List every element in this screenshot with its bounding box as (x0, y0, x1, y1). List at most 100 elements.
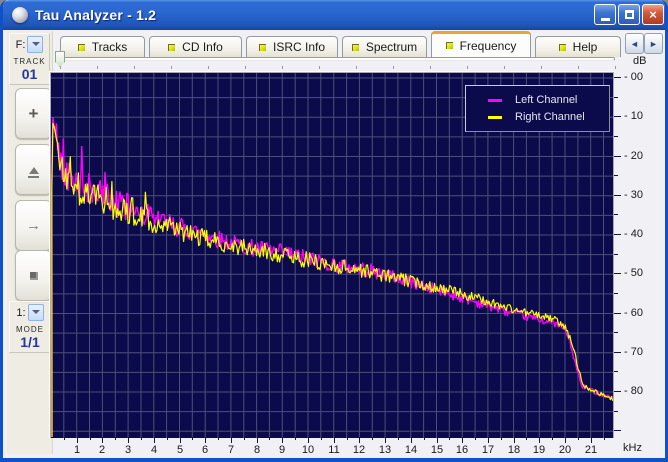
khz-tick (205, 437, 206, 443)
db-tick-label: - 20 (624, 150, 643, 162)
slider-tick (615, 66, 616, 69)
khz-tick (449, 437, 450, 440)
khz-tick (141, 437, 142, 440)
minimize-button[interactable] (594, 4, 616, 25)
mode-combo[interactable]: 1: (10, 304, 50, 321)
khz-tick (591, 437, 592, 443)
db-tick-label: - 10 (624, 110, 643, 122)
khz-tick-label: 14 (404, 444, 418, 456)
db-tick-label: - 40 (624, 228, 643, 240)
slider-tick (356, 66, 357, 69)
legend-swatch (488, 115, 502, 119)
mode-label: MODE (16, 325, 44, 334)
legend-entry: Left Channel (488, 94, 609, 106)
tab-scroll-left-button[interactable]: ◄ (625, 33, 644, 54)
drive-combo[interactable]: F: (10, 36, 49, 53)
tab-isrc-info[interactable]: ISRC Info (246, 36, 338, 57)
khz-tick (411, 437, 412, 443)
tab-spectrum[interactable]: Spectrum (342, 36, 427, 57)
khz-tick (424, 437, 425, 440)
khz-tick (359, 437, 360, 443)
tab-led-icon (77, 43, 85, 51)
mode-panel: 1: MODE 1/1 (9, 301, 51, 353)
title-bar[interactable]: Tau Analyzer - 1.2 × (3, 0, 665, 30)
db-tick (614, 313, 621, 314)
khz-tick (90, 437, 91, 440)
db-tick (614, 214, 618, 215)
khz-tick-label: 5 (176, 444, 184, 456)
khz-tick (552, 437, 553, 440)
slider-tick (171, 66, 172, 69)
tab-scroll-right-button[interactable]: ► (644, 33, 663, 54)
khz-tick (501, 437, 502, 440)
khz-tick (565, 437, 566, 443)
db-tick-label: - 60 (624, 307, 643, 319)
khz-tick-label: 8 (253, 444, 261, 456)
tab-label: CD Info (182, 40, 223, 54)
khz-tick (167, 437, 168, 440)
khz-tick (244, 437, 245, 440)
khz-tick (180, 437, 181, 443)
tab-help[interactable]: Help (535, 36, 621, 57)
frequency-chart: Left Channel Right Channel (51, 73, 613, 438)
db-tick (614, 116, 621, 117)
track-number: 01 (21, 66, 38, 82)
close-button[interactable]: × (642, 4, 664, 25)
series-right-channel (51, 122, 613, 438)
mode-combo-dropdown[interactable] (27, 304, 44, 321)
slider-tick (60, 66, 61, 69)
app-window: Tau Analyzer - 1.2 × Tracks CD Info ISRC I… (0, 0, 668, 462)
legend-label: Right Channel (515, 111, 585, 123)
drive-track-panel: F: TRACK 01 (9, 33, 50, 85)
stop-button[interactable] (15, 250, 52, 301)
add-track-button[interactable]: + (15, 88, 52, 139)
chevron-right-icon: ► (649, 38, 658, 49)
eject-icon (28, 162, 39, 178)
maximize-icon (624, 10, 634, 19)
db-tick-label: - 70 (624, 346, 643, 358)
khz-tick (526, 437, 527, 440)
khz-tick (462, 437, 463, 443)
slider-tick (541, 66, 542, 69)
slider-tick (319, 66, 320, 69)
tab-label: ISRC Info (272, 40, 326, 54)
tab-label: Spectrum (365, 40, 418, 54)
legend-swatch (488, 98, 502, 102)
legend-entry: Right Channel (488, 111, 609, 123)
khz-tick (64, 437, 65, 440)
window-title: Tau Analyzer - 1.2 (35, 7, 157, 23)
tab-led-icon (258, 43, 266, 51)
slider-tick (504, 66, 505, 69)
maximize-button[interactable] (618, 4, 640, 25)
chart-legend: Left Channel Right Channel (465, 85, 610, 132)
khz-tick-label: 7 (227, 444, 235, 456)
series-left-channel (51, 116, 613, 438)
track-label: TRACK (13, 57, 46, 66)
tab-frequency[interactable]: Frequency (431, 31, 531, 57)
db-tick (614, 97, 618, 98)
db-tick (614, 273, 621, 274)
tab-led-icon (558, 43, 566, 51)
next-button[interactable]: → (15, 200, 52, 251)
khz-tick-label: 6 (201, 444, 209, 456)
db-tick (614, 254, 618, 255)
db-tick (614, 156, 621, 157)
chevron-left-icon: ◄ (630, 38, 639, 49)
khz-tick-label: 19 (532, 444, 546, 456)
db-tick (614, 77, 621, 78)
slider-tick (578, 66, 579, 69)
position-slider-track[interactable] (58, 57, 615, 61)
eject-button[interactable] (15, 144, 52, 195)
khz-tick-label: 15 (430, 444, 444, 456)
position-slider-thumb[interactable] (55, 51, 65, 67)
khz-tick-label: 16 (455, 444, 469, 456)
tab-cd-info[interactable]: CD Info (149, 36, 242, 57)
drive-combo-dropdown[interactable] (27, 36, 44, 53)
chevron-down-icon (32, 309, 41, 314)
khz-tick-label: 20 (558, 444, 572, 456)
tab-led-icon (445, 42, 453, 49)
khz-tick-label: 11 (328, 444, 340, 456)
khz-tick-label: 10 (301, 444, 315, 456)
plus-icon: + (28, 103, 39, 123)
tab-tracks[interactable]: Tracks (60, 36, 145, 57)
